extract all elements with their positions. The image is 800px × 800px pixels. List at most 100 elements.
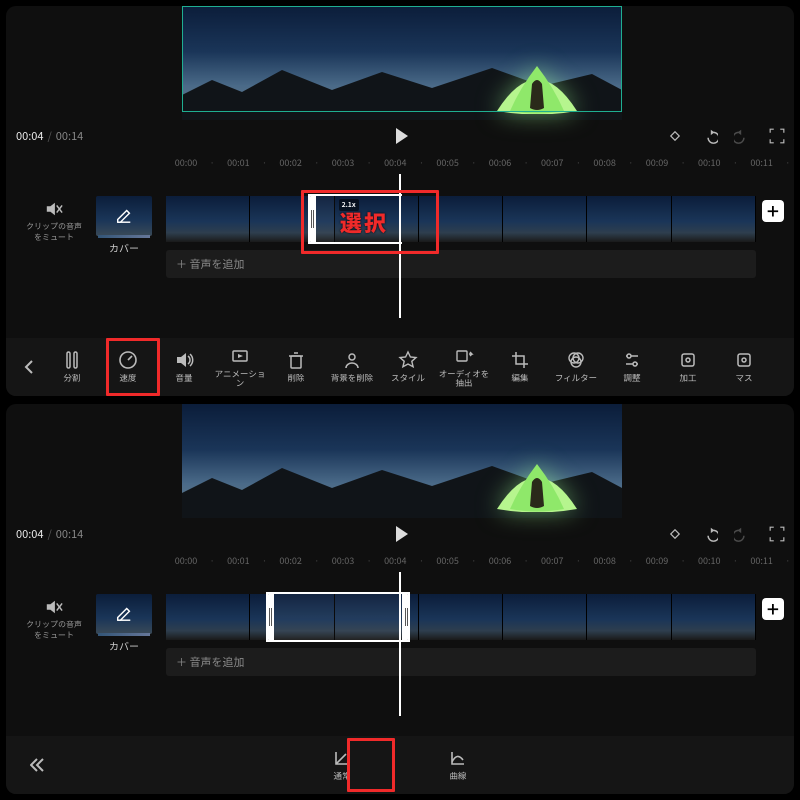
tool-split[interactable]: 分割 xyxy=(44,341,100,393)
effect-icon xyxy=(678,350,698,370)
clip-thumb[interactable] xyxy=(672,594,756,640)
cover-label: カバー xyxy=(96,240,152,255)
current-time: 00:04 xyxy=(16,526,43,542)
clip-thumb[interactable] xyxy=(419,196,503,242)
tool-effect[interactable]: 加工 xyxy=(660,341,716,393)
timeline-tracks: クリップの音声をミュート カバー ＋ ＋ 音声を追加 xyxy=(6,588,794,698)
tool-audioext[interactable]: オーディオを抽出 xyxy=(436,341,492,393)
style-icon xyxy=(398,350,418,370)
clip-thumb[interactable] xyxy=(250,594,334,640)
video-preview[interactable] xyxy=(182,404,622,518)
time-ruler[interactable]: 00:00·00:01·00:02·00:03·00:04·00:05·00:0… xyxy=(6,156,794,174)
tool-mask[interactable]: マス xyxy=(716,341,772,393)
normal-icon xyxy=(332,748,352,768)
tool-edit[interactable]: 編集 xyxy=(492,341,548,393)
clip-thumb[interactable] xyxy=(672,196,756,242)
clip-thumb[interactable] xyxy=(335,594,419,640)
tool-label: フィルター xyxy=(555,374,597,383)
tool-speed-normal[interactable]: 通常 xyxy=(314,739,370,791)
tool-adjust[interactable]: 調整 xyxy=(604,341,660,393)
adjust-icon xyxy=(622,350,642,370)
tool-label: 削除 xyxy=(287,374,304,383)
timeline-tracks: クリップの音声をミュート カバー 2.1x ＋ ＋ 音声を追加 xyxy=(6,190,794,300)
back-button[interactable] xyxy=(14,352,44,382)
edit-toolbar: 分割 速度 音量 アニメーション 削除 背景を削除 スタイル オーディオを抽出 … xyxy=(6,338,794,396)
mask-icon xyxy=(734,350,754,370)
tool-volume[interactable]: 音量 xyxy=(156,341,212,393)
volume-icon xyxy=(174,350,194,370)
tool-label: 通常 xyxy=(333,772,350,781)
video-track[interactable] xyxy=(166,594,756,640)
filter-icon xyxy=(566,350,586,370)
undo-icon[interactable] xyxy=(700,127,718,145)
clip-thumb[interactable] xyxy=(250,196,334,242)
clip-thumb[interactable] xyxy=(166,594,250,640)
keyframe-icon[interactable] xyxy=(666,127,684,145)
bgremove-icon xyxy=(342,350,362,370)
total-time: 00:14 xyxy=(56,128,83,144)
clip-thumb[interactable] xyxy=(503,594,587,640)
tool-bgremove[interactable]: 背景を削除 xyxy=(324,341,380,393)
add-audio-row[interactable]: ＋ 音声を追加 xyxy=(166,250,756,278)
back-button[interactable] xyxy=(22,750,52,780)
clip-thumb[interactable] xyxy=(587,196,671,242)
add-audio-label: ＋ 音声を追加 xyxy=(176,654,244,670)
mute-clip-button[interactable]: クリップの音声をミュート xyxy=(26,200,82,243)
tool-label: 加工 xyxy=(679,374,696,383)
fullscreen-icon[interactable] xyxy=(768,525,786,543)
preview-controls xyxy=(666,124,786,148)
clip-thumb[interactable] xyxy=(587,594,671,640)
cover-button[interactable]: カバー xyxy=(96,594,152,653)
tool-label: 速度 xyxy=(119,374,136,383)
tool-style[interactable]: スタイル xyxy=(380,341,436,393)
undo-icon[interactable] xyxy=(700,525,718,543)
mute-label: クリップの音声をミュート xyxy=(26,221,82,243)
tool-label: オーディオを抽出 xyxy=(436,370,492,389)
edit-icon xyxy=(510,350,530,370)
tool-animation[interactable]: アニメーション xyxy=(212,341,268,393)
cover-label: カバー xyxy=(96,638,152,653)
fullscreen-icon[interactable] xyxy=(768,127,786,145)
curve-icon xyxy=(448,748,468,768)
tool-label: スタイル xyxy=(391,374,425,383)
animation-icon xyxy=(230,346,250,366)
speed-icon xyxy=(118,350,138,370)
video-track[interactable]: 2.1x xyxy=(166,196,756,242)
mute-label: クリップの音声をミュート xyxy=(26,619,82,641)
tool-label: 背景を削除 xyxy=(331,374,374,383)
clip-thumb[interactable] xyxy=(503,196,587,242)
tool-label: 調整 xyxy=(623,374,640,383)
tool-filter[interactable]: フィルター xyxy=(548,341,604,393)
time-ruler[interactable]: 00:00·00:01·00:02·00:03·00:04·00:05·00:0… xyxy=(6,554,794,572)
add-clip-button[interactable]: ＋ xyxy=(762,200,784,222)
tool-label: 音量 xyxy=(175,374,192,383)
tool-speed-curve[interactable]: 曲線 xyxy=(430,739,486,791)
audioext-icon xyxy=(454,346,474,366)
clip-thumb[interactable] xyxy=(166,196,250,242)
tool-label: アニメーション xyxy=(212,370,268,389)
cover-button[interactable]: カバー xyxy=(96,196,152,255)
total-time: 00:14 xyxy=(56,526,83,542)
play-button[interactable] xyxy=(392,524,408,542)
redo-icon[interactable] xyxy=(734,127,752,145)
tool-delete[interactable]: 削除 xyxy=(268,341,324,393)
tool-speed[interactable]: 速度 xyxy=(100,341,156,393)
play-button[interactable] xyxy=(392,126,408,144)
keyframe-icon[interactable] xyxy=(666,525,684,543)
split-icon xyxy=(62,350,82,370)
redo-icon[interactable] xyxy=(734,525,752,543)
video-preview[interactable] xyxy=(182,6,622,120)
delete-icon xyxy=(286,350,306,370)
clip-speed-badge: 2.1x xyxy=(339,199,359,211)
speed-toolbar: 通常 曲線 xyxy=(6,736,794,794)
clip-thumb[interactable] xyxy=(419,594,503,640)
tool-label: 分割 xyxy=(63,374,80,383)
mute-clip-button[interactable]: クリップの音声をミュート xyxy=(26,598,82,641)
tool-label: マス xyxy=(735,374,752,383)
add-clip-button[interactable]: ＋ xyxy=(762,598,784,620)
editor-panel-top: 00:04 / 00:14 00:00·00:01·00:02·00:03·00… xyxy=(6,6,794,396)
tool-label: 曲線 xyxy=(449,772,466,781)
clip-thumb-selected[interactable]: 2.1x xyxy=(335,196,419,242)
add-audio-row[interactable]: ＋ 音声を追加 xyxy=(166,648,756,676)
add-audio-label: ＋ 音声を追加 xyxy=(176,256,244,272)
